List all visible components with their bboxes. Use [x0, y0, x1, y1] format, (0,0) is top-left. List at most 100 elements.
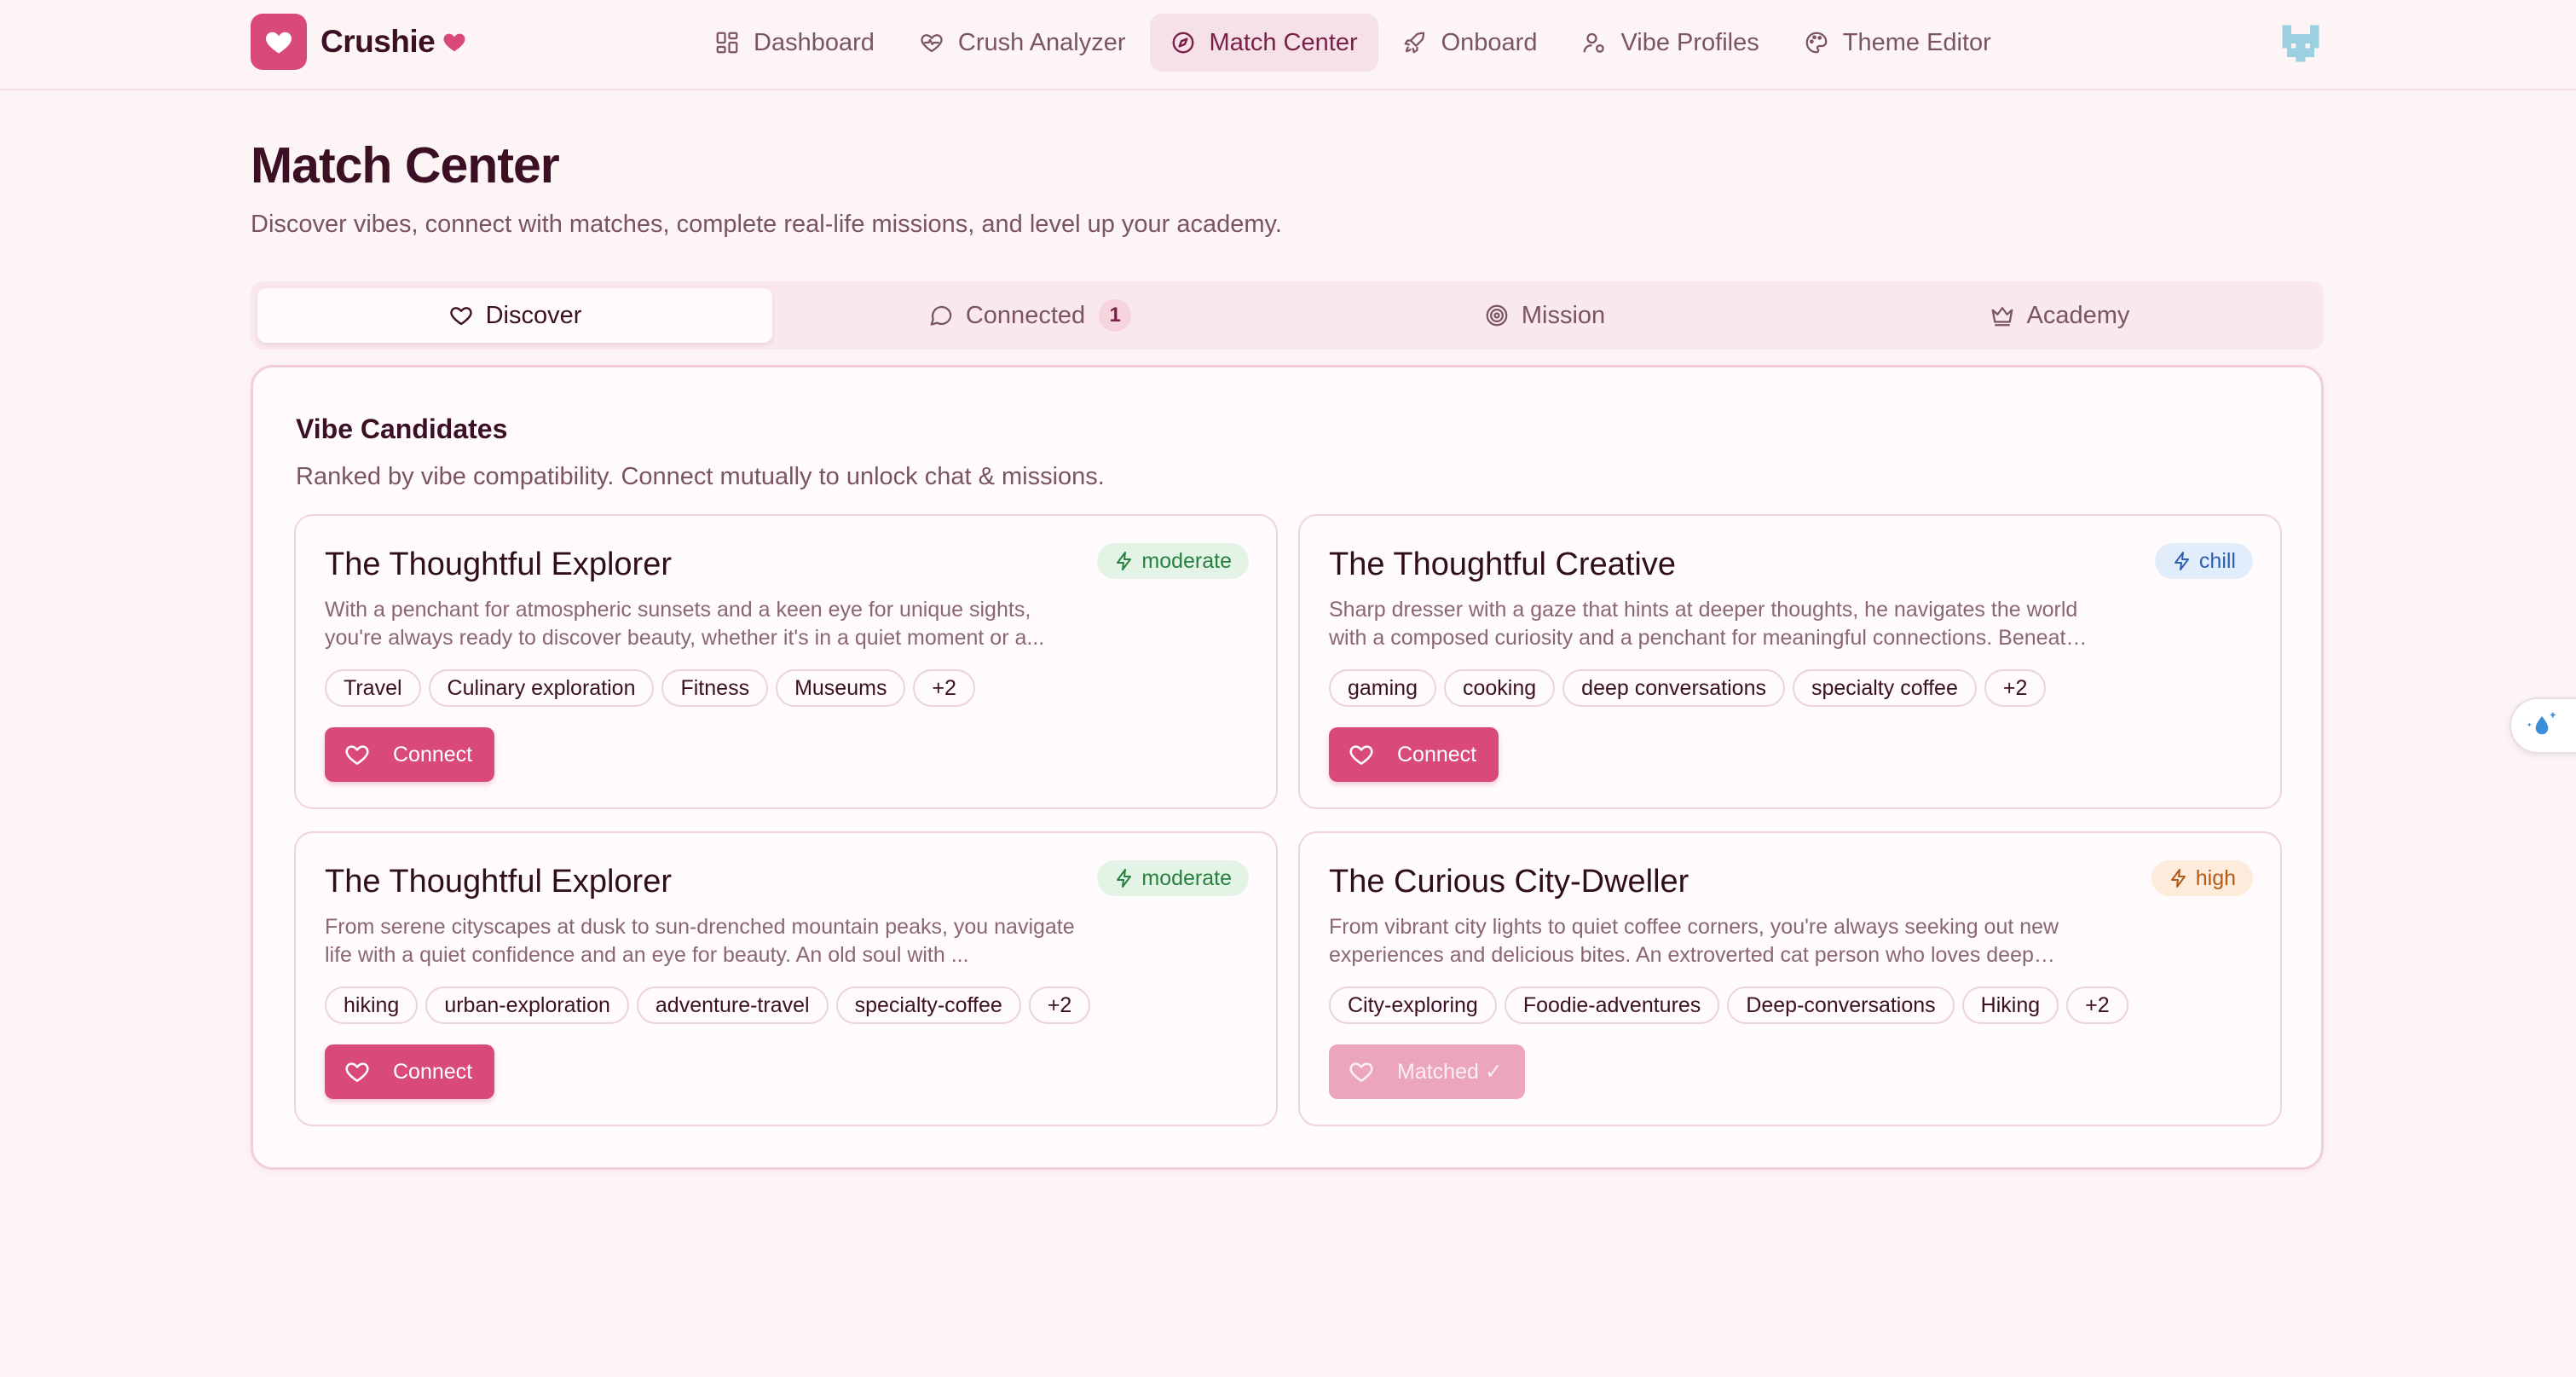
nav-item-match-center[interactable]: Match Center — [1149, 14, 1378, 72]
nav-item-theme-editor[interactable]: Theme Editor — [1783, 14, 2012, 72]
interest-tag: City-exploring — [1329, 986, 1497, 1024]
more-tags-chip[interactable]: +2 — [1028, 986, 1091, 1024]
button-label: Connect — [393, 742, 473, 767]
user-avatar[interactable] — [2278, 20, 2324, 67]
nav-item-onboard[interactable]: Onboard — [1382, 14, 1558, 72]
vibe-level-badge: moderate — [1097, 543, 1249, 579]
brand-logo-heart-icon — [251, 14, 307, 70]
heart-icon — [1348, 1058, 1397, 1085]
panel-title: Vibe Candidates — [296, 414, 508, 444]
candidate-title: The Thoughtful Creative — [1329, 547, 1676, 582]
nav-item-label: Onboard — [1441, 28, 1538, 56]
main-nav: Dashboard Crush Analyzer Match Center On… — [694, 14, 2015, 72]
interest-tags: Travel Culinary exploration Fitness Muse… — [325, 669, 983, 707]
nav-item-label: Crush Analyzer — [957, 28, 1126, 56]
panel-subtitle: Ranked by vibe compatibility. Connect mu… — [296, 463, 1105, 490]
interest-tag: adventure-travel — [636, 986, 829, 1024]
candidate-card: The Thoughtful Explorer moderate From se… — [294, 831, 1278, 1126]
interest-tags: hiking urban-exploration adventure-trave… — [325, 986, 1098, 1024]
more-tags-chip[interactable]: +2 — [1984, 669, 2047, 707]
tab-label: Mission — [1521, 301, 1606, 329]
lightning-icon — [1114, 868, 1141, 888]
crown-icon — [1990, 303, 2027, 328]
candidate-description: From serene cityscapes at dusk to sun-dr… — [325, 915, 1075, 967]
user-profile-icon — [1581, 30, 1620, 55]
tab-connected[interactable]: Connected 1 — [772, 288, 1287, 343]
candidate-title: The Thoughtful Explorer — [325, 864, 672, 900]
tab-mission[interactable]: Mission — [1287, 288, 1802, 343]
interest-tags: City-exploring Foodie-adventures Deep-co… — [1329, 986, 2136, 1024]
interest-tag: hiking — [325, 986, 419, 1024]
interest-tag: cooking — [1444, 669, 1556, 707]
vibe-candidates-panel: Vibe Candidates Ranked by vibe compatibi… — [251, 365, 2324, 1170]
badge-label: high — [2195, 865, 2236, 890]
interest-tag: urban-exploration — [425, 986, 629, 1024]
interest-tag: Foodie-adventures — [1504, 986, 1720, 1024]
nav-item-label: Theme Editor — [1842, 28, 1991, 56]
lightning-icon — [2169, 868, 2196, 888]
heart-icon — [448, 303, 486, 328]
more-tags-chip[interactable]: +2 — [2066, 986, 2128, 1024]
nav-item-label: Vibe Profiles — [1620, 28, 1759, 56]
connect-button[interactable]: Connect — [1329, 727, 1499, 782]
candidate-card: The Thoughtful Explorer moderate With a … — [294, 514, 1278, 809]
chat-bubble-icon — [928, 303, 966, 328]
candidate-description: With a penchant for atmospheric sunsets … — [325, 598, 1045, 650]
badge-label: chill — [2198, 548, 2236, 573]
interest-tag: specialty-coffee — [835, 986, 1021, 1024]
vibe-level-badge: high — [2151, 860, 2253, 896]
candidate-card: The Curious City-Dweller high From vibra… — [1298, 831, 2282, 1126]
button-label: Connect — [1397, 742, 1477, 767]
page-subtitle: Discover vibes, connect with matches, co… — [251, 211, 1282, 238]
compass-icon — [1170, 30, 1210, 55]
target-icon — [1484, 303, 1522, 328]
heart-icon — [1348, 741, 1397, 768]
tab-label: Academy — [2026, 301, 2130, 329]
interest-tag: Hiking — [1961, 986, 2059, 1024]
badge-label: moderate — [1141, 548, 1232, 573]
more-tags-chip[interactable]: +2 — [913, 669, 975, 707]
sparkle-droplet-icon — [2523, 707, 2561, 744]
heart-pulse-icon — [919, 30, 958, 55]
nav-item-vibe-profiles[interactable]: Vibe Profiles — [1561, 14, 1779, 72]
floating-assistant-button[interactable] — [2510, 697, 2576, 754]
connect-button[interactable]: Connect — [325, 727, 495, 782]
lightning-icon — [1114, 551, 1141, 571]
candidate-description: From vibrant city lights to quiet coffee… — [1329, 915, 2059, 967]
nav-item-crush-analyzer[interactable]: Crush Analyzer — [898, 14, 1146, 72]
interest-tag: Museums — [776, 669, 906, 707]
tab-label: Connected — [965, 301, 1086, 329]
nav-item-label: Match Center — [1209, 28, 1358, 56]
match-center-tabs: Discover Connected 1 Mission Academy — [251, 281, 2324, 350]
tab-label: Discover — [485, 301, 582, 329]
connected-count-badge: 1 — [1099, 299, 1132, 332]
matched-button[interactable]: Matched ✓ — [1329, 1044, 1525, 1099]
top-navbar: Crushie Dashboard Crush Analyzer Match C… — [0, 0, 2576, 90]
palette-icon — [1804, 30, 1843, 55]
interest-tag: Fitness — [661, 669, 769, 707]
interest-tag: Deep-conversations — [1727, 986, 1955, 1024]
button-label: Connect — [393, 1059, 473, 1084]
page-title: Match Center — [251, 137, 560, 194]
dashboard-grid-icon — [714, 30, 754, 55]
tab-academy[interactable]: Academy — [1802, 288, 2317, 343]
brand-name: Crushie — [321, 24, 436, 59]
interest-tags: gaming cooking deep conversations specia… — [1329, 669, 2053, 707]
brand[interactable]: Crushie — [251, 14, 467, 70]
candidate-title: The Thoughtful Explorer — [325, 547, 672, 582]
connect-button[interactable]: Connect — [325, 1044, 495, 1099]
nav-item-dashboard[interactable]: Dashboard — [694, 14, 895, 72]
badge-label: moderate — [1141, 865, 1232, 890]
interest-tag: Culinary exploration — [428, 669, 655, 707]
brand-heart-icon — [442, 29, 467, 55]
candidate-description: Sharp dresser with a gaze that hints at … — [1329, 598, 2078, 650]
lightning-icon — [2172, 551, 2199, 571]
candidate-title: The Curious City-Dweller — [1329, 864, 1689, 900]
nav-item-label: Dashboard — [754, 28, 875, 56]
tab-discover[interactable]: Discover — [257, 288, 772, 343]
candidate-card: The Thoughtful Creative chill Sharp dres… — [1298, 514, 2282, 809]
interest-tag: deep conversations — [1562, 669, 1785, 707]
vibe-level-badge: moderate — [1097, 860, 1249, 896]
heart-icon — [344, 741, 393, 768]
interest-tag: Travel — [325, 669, 421, 707]
